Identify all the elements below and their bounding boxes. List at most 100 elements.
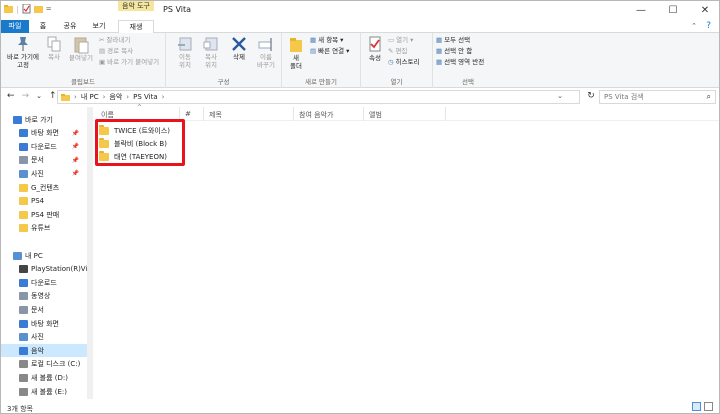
new-item-icon: ▦ <box>310 36 317 44</box>
rename-icon <box>258 38 272 51</box>
tab-share[interactable]: 공유 <box>59 20 81 33</box>
navigation-pane: 바로 가기 바탕 화면 📌 다운로드 📌 문서 📌 사진 📌 G_컨텐츠 PS4 PS4 판매 유튜브 내… <box>1 107 93 399</box>
group-open: 속성 ▭ 열기 ▾ ✎ 편집 ◷ 히스토리 열기 <box>361 33 433 88</box>
drive-icon <box>19 373 28 382</box>
nav-item[interactable]: 내 PC <box>1 249 93 262</box>
column-divider[interactable] <box>293 107 294 121</box>
up-icon[interactable]: ↑ <box>49 91 57 101</box>
nav-item-label: 새 볼륨 (E:) <box>31 387 68 396</box>
minimize-button[interactable]: — <box>625 1 657 19</box>
chevron-down-icon: ▾ <box>346 47 350 55</box>
properties-button[interactable]: 속성 <box>365 36 385 62</box>
rename-button[interactable]: 이름 바꾸기 <box>254 36 278 69</box>
maximize-button[interactable]: ☐ <box>657 1 689 19</box>
view-switcher <box>692 402 713 411</box>
new-folder-icon <box>290 38 302 52</box>
tab-play[interactable]: 재생 <box>118 20 154 34</box>
copy-to-button[interactable]: 복사 위치 <box>200 36 222 69</box>
column-number[interactable]: # <box>185 110 191 118</box>
group-select: ▦ 모두 선택 ▦ 선택 안 함 ▦ 선택 영역 반전 선택 <box>433 33 503 88</box>
search-input[interactable]: PS Vita 검색 ⌕ <box>599 90 716 104</box>
open-button[interactable]: ▭ 열기 ▾ <box>388 36 413 45</box>
column-divider[interactable] <box>363 107 364 121</box>
nav-item[interactable]: 다운로드 📌 <box>1 140 93 153</box>
details-view-icon[interactable] <box>692 402 701 411</box>
breadcrumb-music[interactable]: 음악 <box>109 92 122 102</box>
address-bar[interactable]: › 내 PC › 음악 › PS Vita › ⌄ <box>57 90 580 104</box>
help-icon[interactable]: ? <box>706 21 711 31</box>
refresh-icon[interactable]: ↻ <box>584 90 598 104</box>
breadcrumb-ps-vita[interactable]: PS Vita <box>133 93 158 101</box>
large-icons-view-icon[interactable] <box>704 402 713 411</box>
back-icon[interactable]: ← <box>7 91 15 101</box>
file-explorer-window: | = 음악 도구 PS Vita — ☐ ✕ 파일 홈 공유 보기 재생 ⌃ … <box>0 0 720 414</box>
group-clipboard: 바로 가기에 고정 복사 붙여넣기 ✂ 잘라내기 ▤ 경로 복사 ▣ 바로 가기 붙여… <box>1 33 166 88</box>
folder-icon[interactable] <box>4 4 13 14</box>
nav-item[interactable]: PS4 판매 <box>1 208 93 221</box>
nav-item[interactable]: 바로 가기 <box>1 113 93 126</box>
nav-item[interactable]: 음악 <box>1 344 93 358</box>
ribbon-tabs: 파일 홈 공유 보기 재생 <box>1 20 719 34</box>
column-album[interactable]: 앨범 <box>369 110 382 120</box>
cut-button[interactable]: ✂ 잘라내기 <box>99 36 130 45</box>
select-all-button[interactable]: ▦ 모두 선택 <box>436 36 470 45</box>
recent-locations-icon[interactable]: ⌄ <box>36 92 42 100</box>
breadcrumb-sep[interactable]: › <box>126 93 129 101</box>
paste-button[interactable]: 붙여넣기 <box>66 36 96 62</box>
new-folder-button[interactable]: 새 폴더 <box>285 36 307 70</box>
nav-item[interactable]: 새 볼륨 (E:) <box>1 385 93 398</box>
nav-item[interactable]: G_컨텐츠 <box>1 181 93 194</box>
nav-item[interactable]: PlayStation(R)Vi <box>1 263 93 276</box>
pin-quick-access-button[interactable]: 바로 가기에 고정 <box>4 36 42 69</box>
pin-icon: 📌 <box>71 143 79 151</box>
breadcrumb-sep[interactable]: › <box>162 93 165 101</box>
nav-item[interactable]: 사진 📌 <box>1 167 93 180</box>
nav-item[interactable]: 바탕 화면 <box>1 317 93 330</box>
history-button[interactable]: ◷ 히스토리 <box>388 58 420 67</box>
tab-home[interactable]: 홈 <box>34 20 52 33</box>
nav-item[interactable]: 새 볼륨 (D:) <box>1 371 93 384</box>
column-divider[interactable] <box>445 107 446 121</box>
delete-button[interactable]: 삭제 <box>228 36 250 61</box>
forward-icon[interactable]: → <box>22 91 30 101</box>
nav-item[interactable]: 동영상 <box>1 290 93 303</box>
select-none-button[interactable]: ▦ 선택 안 함 <box>436 47 472 56</box>
properties-icon[interactable] <box>22 4 31 14</box>
quick-access-dropdown[interactable]: = <box>46 5 52 13</box>
pictures-icon <box>19 169 28 178</box>
breadcrumb-sep[interactable]: › <box>103 93 106 101</box>
new-item-button[interactable]: ▦ 새 항목 ▾ <box>310 36 343 45</box>
nav-item-label: 음악 <box>31 346 44 355</box>
edit-button[interactable]: ✎ 편집 <box>388 47 407 56</box>
copy-path-button[interactable]: ▤ 경로 복사 <box>99 47 133 56</box>
paste-shortcut-button[interactable]: ▣ 바로 가기 붙여넣기 <box>99 58 159 67</box>
new-folder-icon[interactable] <box>33 4 43 14</box>
nav-item[interactable]: 사진 <box>1 331 93 344</box>
paste-label: 붙여넣기 <box>69 54 93 62</box>
column-artist[interactable]: 참여 음악가 <box>299 110 333 120</box>
nav-item[interactable]: PS4 <box>1 195 93 208</box>
address-dropdown-icon[interactable]: ⌄ <box>557 92 563 100</box>
chevron-up-icon[interactable]: ⌃ <box>691 22 697 30</box>
tab-view[interactable]: 보기 <box>88 20 110 33</box>
invert-selection-button[interactable]: ▦ 선택 영역 반전 <box>436 58 484 67</box>
copy-button[interactable]: 복사 <box>43 36 65 61</box>
column-title[interactable]: 제목 <box>209 110 222 120</box>
nav-item-label: 새 볼륨 (D:) <box>31 373 68 382</box>
breadcrumb-this-pc[interactable]: 내 PC <box>81 92 99 102</box>
nav-item[interactable]: 다운로드 <box>1 276 93 289</box>
star-icon <box>13 115 22 124</box>
easy-access-button[interactable]: ▤ 빠른 연결 ▾ <box>310 47 349 56</box>
move-to-button[interactable]: 이동 위치 <box>174 36 196 69</box>
close-button[interactable]: ✕ <box>689 1 719 19</box>
select-all-icon: ▦ <box>436 36 443 44</box>
nav-item[interactable]: 문서 📌 <box>1 154 93 167</box>
nav-item[interactable]: 바탕 화면 📌 <box>1 127 93 140</box>
nav-item[interactable]: 로컬 디스크 (C:) <box>1 358 93 371</box>
tab-file[interactable]: 파일 <box>1 20 29 33</box>
column-divider[interactable] <box>203 107 204 121</box>
nav-item[interactable]: 유튜브 <box>1 222 93 235</box>
nav-item[interactable]: 문서 <box>1 303 93 316</box>
breadcrumb-sep[interactable]: › <box>74 93 77 101</box>
nav-item-label: 동영상 <box>31 292 51 301</box>
